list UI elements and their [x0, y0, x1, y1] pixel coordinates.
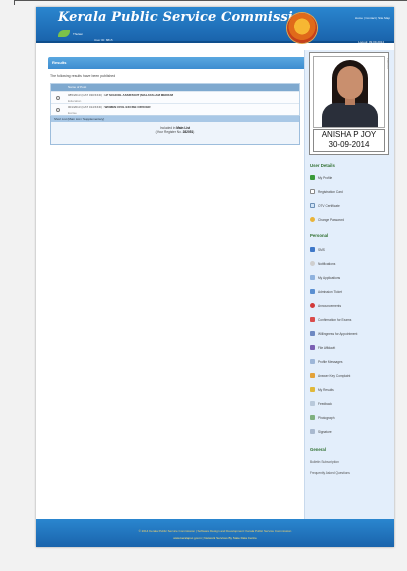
- candidate-name: ANISHA P JOY: [321, 130, 377, 139]
- pencil-icon: [310, 373, 315, 378]
- row-radio[interactable]: [56, 96, 60, 100]
- row-department: Excise: [68, 111, 77, 115]
- site-footer: © 2014 Kerala Public Service Commission …: [36, 519, 394, 547]
- profile-photo: [313, 56, 385, 128]
- results-intro: The following results have been publishe…: [50, 74, 116, 78]
- page-frame: Kerala Public Service Commission Thulasi…: [36, 7, 394, 547]
- thulasi-label: Thulasi: [73, 31, 83, 36]
- chart-icon: [310, 247, 315, 252]
- photo-icon: [310, 415, 315, 420]
- sidebar-item-signature[interactable]: Signature: [310, 429, 332, 434]
- table-row[interactable]: 085/2013 (CAT 030/KKD) : LP SCHOOL ASSIS…: [51, 91, 299, 103]
- sidebar-item-my-applications[interactable]: My Applications: [310, 275, 340, 280]
- page-top-notch: [14, 1, 22, 5]
- row-title: 001/2013 (CAT 014/KKD) : WOMEN CIVIL EXC…: [68, 105, 151, 109]
- shortlist-status: Short List (Main List / Supplementary) I…: [50, 116, 300, 145]
- register-number: 282051: [182, 130, 194, 134]
- card-icon: [310, 189, 315, 194]
- sidebar-item-notifications[interactable]: Notifications: [310, 261, 335, 266]
- sidebar-item-answer-key-complaint[interactable]: Answer Key Complaint: [310, 373, 350, 378]
- results-table: Name of Post 085/2013 (CAT 030/KKD) : LP…: [50, 83, 300, 116]
- user-id: User ID: 8815: [94, 38, 113, 42]
- calendar-icon: [310, 317, 315, 322]
- message-icon: [310, 359, 315, 364]
- sidebar-item-change-password[interactable]: Change Password: [310, 217, 344, 222]
- footer-links[interactable]: www.keralapsc.gov.in | Network Services …: [36, 536, 394, 540]
- footer-copyright: © 2014 Kerala Public Service Commission …: [138, 529, 292, 533]
- section-general: General: [310, 447, 327, 452]
- main-content: Results The following results have been …: [48, 57, 308, 145]
- sidebar-item-feedback[interactable]: Feedback: [310, 401, 332, 406]
- top-links[interactable]: Home | Contact | Site Map: [355, 16, 390, 20]
- sidebar-item-my-profile[interactable]: My Profile: [310, 175, 332, 180]
- megaphone-icon: [310, 303, 315, 308]
- feedback-icon: [310, 401, 315, 406]
- results-panel-title: Results: [48, 57, 308, 69]
- user-icon: [310, 175, 315, 180]
- sidebar-item-announcements[interactable]: Announcements: [310, 303, 341, 308]
- sidebar-item-sms[interactable]: SMS: [310, 247, 325, 252]
- sidebar-item-bulletin-subscription[interactable]: Bulletin Subscription: [310, 460, 339, 464]
- sidebar-item-profile-messages[interactable]: Profile Messages: [310, 359, 342, 364]
- table-row[interactable]: 001/2013 (CAT 014/KKD) : WOMEN CIVIL EXC…: [51, 103, 299, 115]
- section-user-details: User Details: [310, 163, 335, 168]
- sidebar-item-otv-certificate[interactable]: OTV Certificate: [310, 203, 340, 208]
- photo-date: 30-09-2014: [328, 140, 370, 149]
- sidebar-item-faq[interactable]: Frequently Asked Questions: [310, 471, 350, 475]
- document-icon: [310, 275, 315, 280]
- pen-icon: [310, 345, 315, 350]
- sidebar-item-my-results[interactable]: My Results: [310, 387, 334, 392]
- kerala-emblem-icon: [287, 13, 317, 43]
- sidebar-item-confirmation-for-exams[interactable]: Confirmation for Exams: [310, 317, 351, 322]
- sidebar-item-admission-ticket[interactable]: Admission Ticket: [310, 289, 342, 294]
- photo-side-label: PHOTO: [386, 58, 390, 69]
- status-body: Included in Main List (Your Register No.…: [51, 122, 299, 144]
- site-header: Kerala Public Service Commission Thulasi…: [36, 7, 394, 44]
- row-radio[interactable]: [56, 108, 60, 112]
- thulasi-logo: Thulasi: [58, 30, 83, 37]
- bell-icon: [310, 261, 315, 266]
- certificate-icon: [310, 203, 315, 208]
- sidebar-item-willingness-for-appointment[interactable]: Willingness for Appointment: [310, 331, 357, 336]
- sidebar-item-file-affidavit[interactable]: File Affidavit: [310, 345, 335, 350]
- sidebar: PHOTO ANISHA P JOY 30-09-2014 User Detai…: [304, 50, 394, 524]
- leaf-icon: [58, 30, 70, 37]
- key-icon: [310, 217, 315, 222]
- signature-icon: [310, 429, 315, 434]
- sidebar-item-photograph[interactable]: Photograph: [310, 415, 334, 420]
- row-title: 085/2013 (CAT 030/KKD) : LP SCHOOL ASSIS…: [68, 93, 173, 97]
- photo-caption: ANISHA P JOY 30-09-2014: [313, 129, 385, 152]
- ticket-icon: [310, 289, 315, 294]
- table-header: Name of Post: [51, 84, 299, 91]
- logout-link[interactable]: Logout: 09.09.2014: [358, 40, 384, 44]
- site-title[interactable]: Kerala Public Service Commission: [58, 10, 311, 25]
- section-personal: Personal: [310, 233, 329, 238]
- profile-photo-card: PHOTO ANISHA P JOY 30-09-2014: [309, 52, 390, 155]
- sidebar-item-registration-card[interactable]: Registration Card: [310, 189, 343, 194]
- results-icon: [310, 387, 315, 392]
- page-top-rule: [14, 0, 407, 5]
- handshake-icon: [310, 331, 315, 336]
